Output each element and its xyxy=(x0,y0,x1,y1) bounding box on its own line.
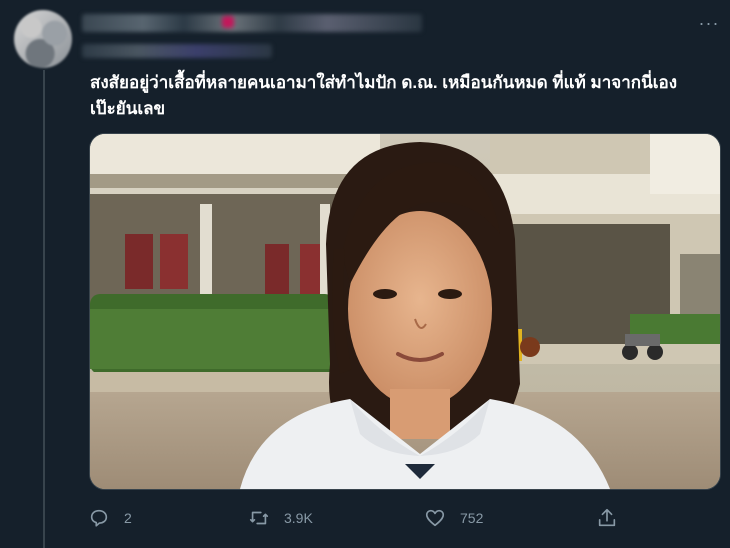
avatar[interactable] xyxy=(14,10,72,68)
tweet-text: สงสัยอยู่ว่าเสื้อที่หลายคนเอามาใส่ทำไมปั… xyxy=(90,70,715,122)
display-name-blurred[interactable] xyxy=(82,14,422,32)
handle-blurred[interactable] xyxy=(82,44,272,58)
like-button[interactable]: 752 xyxy=(424,504,483,532)
tweet-actions: 2 3.9K 752 xyxy=(88,504,648,532)
retweet-icon xyxy=(249,511,269,525)
reply-count: 2 xyxy=(124,510,132,526)
more-icon: ··· xyxy=(698,12,720,33)
thread-line xyxy=(43,70,45,548)
share-button[interactable] xyxy=(596,504,632,532)
tweet-text-line-2: เป๊ะยันเลข xyxy=(90,99,166,118)
heart-icon xyxy=(425,509,445,527)
tweet-text-line-1: สงสัยอยู่ว่าเสื้อที่หลายคนเอามาใส่ทำไมปั… xyxy=(90,73,678,92)
photo-school-girl xyxy=(90,134,720,489)
tweet-photo[interactable] xyxy=(89,133,721,490)
like-count: 752 xyxy=(460,510,484,526)
more-options-button[interactable]: ··· xyxy=(696,10,722,36)
share-icon xyxy=(598,508,616,527)
reply-button[interactable]: 2 xyxy=(88,504,132,532)
retweet-count: 3.9K xyxy=(284,510,313,526)
reply-icon xyxy=(90,509,108,527)
retweet-button[interactable]: 3.9K xyxy=(248,504,313,532)
